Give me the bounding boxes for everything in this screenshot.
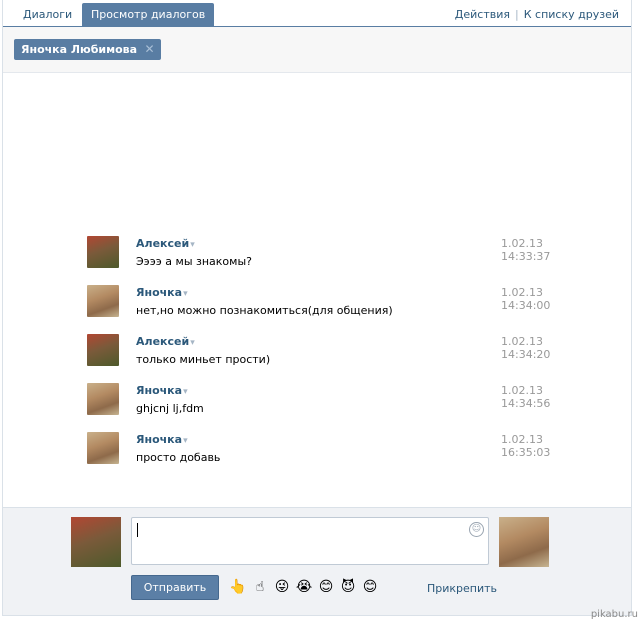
message-author[interactable]: Яночка▾ — [136, 433, 188, 446]
emoji-crying[interactable]: 😭 — [295, 578, 313, 596]
message-text: просто добавь — [136, 451, 221, 464]
my-avatar[interactable] — [71, 517, 121, 567]
message-author[interactable]: Алексей▾ — [136, 335, 195, 348]
chevron-down-icon[interactable]: ▾ — [182, 436, 188, 446]
dialog-window: Диалоги Просмотр диалогов Действия | К спи… — [2, 0, 632, 616]
message-composer: ☺ Отправить 👆 ☝ 😜 😭 😊 😈 😊 Прикрепить — [3, 507, 631, 615]
emoji-index-up[interactable]: ☝ — [251, 578, 269, 596]
emoji-devil[interactable]: 😈 — [339, 578, 357, 596]
message-input[interactable]: ☺ — [131, 517, 489, 565]
emoji-smiling[interactable]: 😊 — [317, 578, 335, 596]
actions-separator: | — [515, 8, 519, 21]
recipient-name: Яночка Любимова — [21, 43, 138, 56]
message-timestamp: 1.02.13 14:34:00 — [501, 286, 551, 312]
send-button[interactable]: Отправить — [131, 575, 219, 600]
message-item: Яночка▾ нет,но можно познакомиться(для о… — [87, 285, 551, 325]
friends-list-link[interactable]: К списку друзей — [524, 8, 619, 21]
attach-link[interactable]: Прикрепить — [427, 582, 497, 595]
smiley-icon[interactable]: ☺ — [469, 522, 484, 537]
close-icon[interactable]: ✕ — [144, 43, 155, 55]
recipient-row: Яночка Любимова ✕ — [3, 27, 631, 73]
top-actions: Действия | К списку друзей — [455, 3, 619, 27]
message-item: Яночка▾ просто добавь 1.02.13 16:35:03 — [87, 432, 551, 472]
message-author[interactable]: Яночка▾ — [136, 384, 188, 397]
avatar[interactable] — [87, 334, 119, 366]
message-item: Алексей▾ Ээээ а мы знакомы? 1.02.13 14:33… — [87, 236, 551, 276]
tab-dialogs[interactable]: Диалоги — [14, 3, 81, 27]
emoji-pointing-up[interactable]: 👆 — [229, 578, 247, 596]
avatar[interactable] — [87, 236, 119, 268]
recipient-avatar[interactable] — [499, 517, 549, 567]
chevron-down-icon[interactable]: ▾ — [189, 240, 195, 250]
message-timestamp: 1.02.13 16:35:03 — [501, 433, 551, 459]
message-timestamp: 1.02.13 14:33:37 — [501, 237, 551, 263]
chevron-down-icon[interactable]: ▾ — [182, 387, 188, 397]
message-text: нет,но можно познакомиться(для общения) — [136, 304, 393, 317]
message-text: Ээээ а мы знакомы? — [136, 255, 252, 268]
message-timestamp: 1.02.13 14:34:56 — [501, 384, 551, 410]
message-author[interactable]: Яночка▾ — [136, 286, 188, 299]
avatar[interactable] — [87, 383, 119, 415]
actions-link[interactable]: Действия — [455, 8, 510, 21]
message-text: только миньет прости) — [136, 353, 271, 366]
message-item: Яночка▾ ghjcnj lj,fdm 1.02.13 14:34:56 — [87, 383, 551, 423]
chevron-down-icon[interactable]: ▾ — [189, 338, 195, 348]
emoji-winking-tongue[interactable]: 😜 — [273, 578, 291, 596]
message-author[interactable]: Алексей▾ — [136, 237, 195, 250]
avatar[interactable] — [87, 285, 119, 317]
chevron-down-icon[interactable]: ▾ — [182, 289, 188, 299]
message-item: Алексей▾ только миньет прости) 1.02.13 14… — [87, 334, 551, 374]
tab-view-dialogs[interactable]: Просмотр диалогов — [82, 3, 215, 27]
avatar[interactable] — [87, 432, 119, 464]
emoji-smile[interactable]: 😊 — [361, 578, 379, 596]
text-cursor — [137, 523, 138, 537]
tab-bar: Диалоги Просмотр диалогов Действия | К спи… — [3, 0, 631, 27]
watermark: pikabu.ru — [590, 609, 638, 620]
message-timestamp: 1.02.13 14:34:20 — [501, 335, 551, 361]
message-text: ghjcnj lj,fdm — [136, 402, 204, 415]
recipient-chip[interactable]: Яночка Любимова ✕ — [14, 39, 162, 60]
